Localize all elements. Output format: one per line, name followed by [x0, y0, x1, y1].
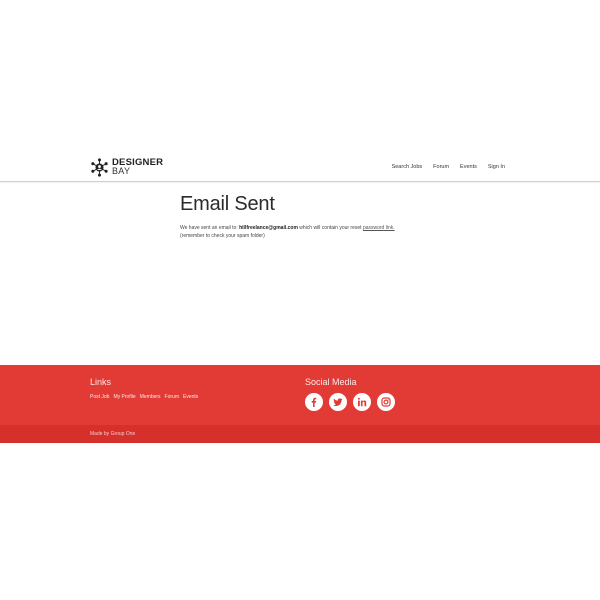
- twitter-glyph: [333, 398, 343, 406]
- linkedin-glyph: [357, 397, 367, 407]
- footer: Links Post Job My Profile Members Forum …: [0, 365, 600, 425]
- footer-link-post-job[interactable]: Post Job: [90, 394, 109, 400]
- footer-links-heading: Links: [90, 377, 112, 387]
- logo[interactable]: DESIGNER BAY: [90, 156, 163, 178]
- footer-social-heading: Social Media: [305, 377, 357, 387]
- nav-forum[interactable]: Forum: [433, 164, 449, 170]
- footer-link-members[interactable]: Members: [140, 394, 161, 400]
- page-title: Email Sent: [180, 193, 275, 215]
- footer-credit: Made by Group One: [90, 431, 136, 437]
- footer-link-my-profile[interactable]: My Profile: [113, 394, 135, 400]
- main-nav: Search Jobs Forum Events Sign In: [392, 164, 505, 170]
- spam-note: (remember to check your spam folder): [180, 233, 265, 239]
- facebook-icon[interactable]: [305, 393, 323, 411]
- confirmation-message: We have sent an email to: hillfreelance@…: [180, 224, 500, 240]
- instagram-glyph: [381, 397, 391, 407]
- nav-events[interactable]: Events: [460, 164, 477, 170]
- footer-link-forum[interactable]: Forum: [165, 394, 179, 400]
- password-link-text: password link.: [362, 225, 395, 231]
- instagram-icon[interactable]: [377, 393, 395, 411]
- social-icons: [305, 393, 395, 411]
- logo-icon: [91, 157, 108, 177]
- footer-links-list: Post Job My Profile Members Forum Events: [90, 394, 198, 400]
- email-address: hillfreelance@gmail.com: [239, 225, 298, 231]
- logo-text: DESIGNER BAY: [112, 158, 163, 176]
- nav-sign-in[interactable]: Sign In: [488, 164, 505, 170]
- header: DESIGNER BAY Search Jobs Forum Events Si…: [0, 155, 600, 182]
- twitter-icon[interactable]: [329, 393, 347, 411]
- page: DESIGNER BAY Search Jobs Forum Events Si…: [0, 0, 600, 600]
- footer-social-section: Social Media: [305, 377, 395, 411]
- footer-links-section: Links Post Job My Profile Members Forum …: [90, 377, 198, 400]
- site: DESIGNER BAY Search Jobs Forum Events Si…: [0, 155, 600, 443]
- subfooter: Made by Group One: [0, 425, 600, 443]
- logo-line2: BAY: [112, 166, 131, 176]
- message-prefix: We have sent an email to:: [180, 225, 240, 231]
- main-content: Email Sent We have sent an email to: hil…: [180, 193, 500, 240]
- message-mid: which will contain your reset: [297, 225, 363, 231]
- footer-link-events[interactable]: Events: [183, 394, 198, 400]
- linkedin-icon[interactable]: [353, 393, 371, 411]
- nav-search-jobs[interactable]: Search Jobs: [392, 164, 423, 170]
- facebook-glyph: [311, 397, 317, 407]
